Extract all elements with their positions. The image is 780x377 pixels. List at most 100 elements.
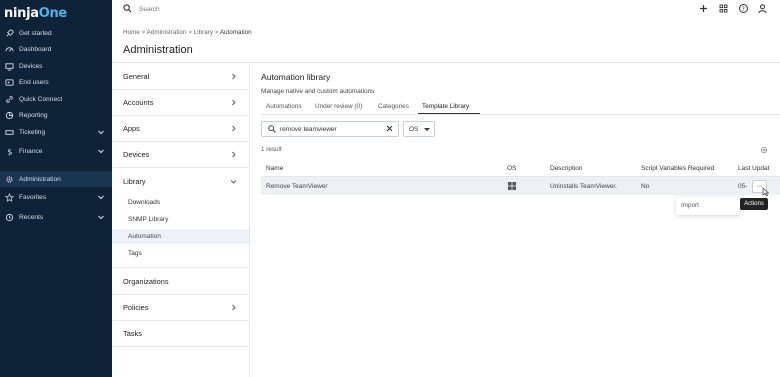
sidebar-item-administration[interactable]: Administration xyxy=(0,171,112,187)
column-header-script-variables[interactable]: Script Variables Required xyxy=(641,165,714,172)
sidebar-item-label: Favorites xyxy=(19,193,47,201)
sidebar-item-ticketing[interactable]: Ticketing xyxy=(0,124,112,140)
library-title: Automation library xyxy=(261,72,331,82)
dollar-icon: $ xyxy=(4,146,14,156)
divider xyxy=(112,115,249,116)
column-header-name[interactable]: Name xyxy=(266,165,283,172)
divider xyxy=(112,294,249,295)
admin-menu-accounts[interactable]: Accounts xyxy=(112,95,249,109)
tab-automations[interactable]: Automations xyxy=(266,103,302,110)
user-icon[interactable] xyxy=(757,3,768,14)
sidebar-item-recents[interactable]: Recents xyxy=(0,209,112,225)
chevron-right-icon xyxy=(232,151,236,157)
apps-grid-icon[interactable] xyxy=(718,3,729,14)
actions-dropdown: Import xyxy=(676,197,740,215)
result-count: 1 result xyxy=(261,146,282,153)
sidebar-item-label: End users xyxy=(19,78,49,86)
template-search-field xyxy=(261,121,399,137)
chevron-down-icon xyxy=(98,195,104,200)
sidebar-item-label: Dashboard xyxy=(19,45,52,53)
tab-under-review[interactable]: Under review (0) xyxy=(315,103,362,110)
gear-icon[interactable] xyxy=(760,146,768,154)
divider xyxy=(112,141,249,142)
chevron-right-icon xyxy=(232,99,236,105)
monitor-icon xyxy=(4,61,14,71)
breadcrumb-administration[interactable]: Administration xyxy=(147,29,187,36)
divider xyxy=(112,167,249,168)
library-sub-downloads[interactable]: Downloads xyxy=(112,195,249,210)
sidebar-item-devices[interactable]: Devices xyxy=(0,58,112,74)
caret-down-icon xyxy=(424,128,430,131)
import-menu-item[interactable]: Import xyxy=(681,202,699,209)
divider xyxy=(261,114,780,115)
sidebar-item-label: Quick Connect xyxy=(19,95,63,103)
breadcrumb-current: Automation xyxy=(219,29,252,36)
sidebar-item-dashboard[interactable]: Dashboard xyxy=(0,41,112,57)
page-title: Administration xyxy=(123,44,193,56)
column-header-last-updated[interactable]: Last Updat xyxy=(738,165,769,172)
help-icon[interactable]: ? xyxy=(738,3,749,14)
sidebar-item-quick-connect[interactable]: Quick Connect xyxy=(0,91,112,107)
sidebar-item-label: Administration xyxy=(19,175,61,183)
global-search-input[interactable] xyxy=(139,3,339,15)
ninjaone-logo[interactable]: ninjaOne xyxy=(4,6,67,21)
chevron-right-icon xyxy=(232,73,236,79)
sidebar-item-finance[interactable]: $ Finance xyxy=(0,143,112,159)
svg-text:$: $ xyxy=(7,147,12,156)
os-filter-label: OS xyxy=(409,125,419,133)
sidebar-item-label: Recents xyxy=(19,213,44,221)
svg-text:?: ? xyxy=(742,6,745,13)
divider xyxy=(112,267,249,268)
windows-icon xyxy=(508,182,516,190)
breadcrumb-library[interactable]: Library xyxy=(194,29,213,36)
clear-icon[interactable] xyxy=(386,125,393,132)
menu-label: Apps xyxy=(123,123,140,133)
library-subtitle: Manage native and custom automations xyxy=(261,88,375,95)
admin-menu-organizations[interactable]: Organizations xyxy=(112,274,249,288)
admin-menu-apps[interactable]: Apps xyxy=(112,121,249,135)
sidebar-item-favorites[interactable]: Favorites xyxy=(0,189,112,205)
breadcrumb-home[interactable]: Home xyxy=(123,29,140,36)
cell-description: Uninstalls TeamViewer. xyxy=(550,183,617,190)
sidebar-item-label: Finance xyxy=(19,147,43,155)
menu-label: General xyxy=(123,71,150,81)
sidebar-item-label: Reporting xyxy=(19,111,48,119)
history-icon xyxy=(4,212,14,222)
chart-icon xyxy=(4,110,14,120)
sidebar-item-reporting[interactable]: Reporting xyxy=(0,107,112,123)
admin-menu-policies[interactable]: Policies xyxy=(112,300,249,314)
tab-template-library[interactable]: Template Library xyxy=(422,103,469,110)
search-icon xyxy=(268,125,276,133)
add-icon[interactable] xyxy=(698,3,709,14)
admin-menu-tasks[interactable]: Tasks xyxy=(112,326,249,340)
column-header-description[interactable]: Description xyxy=(550,165,583,172)
template-search-input[interactable] xyxy=(280,123,380,135)
star-icon xyxy=(4,192,14,202)
menu-label: Organizations xyxy=(123,276,169,286)
breadcrumb: Home > Administration > Library > Automa… xyxy=(123,29,252,36)
sidebar-item-label: Ticketing xyxy=(19,128,46,136)
sidebar-item-label: Devices xyxy=(19,62,43,70)
chevron-down-icon xyxy=(230,179,237,184)
tab-categories[interactable]: Categories xyxy=(378,103,409,110)
admin-menu-devices[interactable]: Devices xyxy=(112,147,249,161)
library-sub-snmp-library[interactable]: SNMP Library xyxy=(112,212,249,227)
column-header-os[interactable]: OS xyxy=(507,165,516,172)
sidebar-item-end-users[interactable]: End users xyxy=(0,74,112,90)
menu-label: Devices xyxy=(123,149,150,159)
table-row[interactable] xyxy=(261,177,780,195)
cell-name: Remove TeamViewer xyxy=(266,183,328,190)
rocket-icon xyxy=(4,28,14,38)
actions-tooltip: Actions xyxy=(740,198,768,210)
users-icon xyxy=(4,77,14,87)
sidebar-item-get-started[interactable]: Get started xyxy=(0,25,112,41)
admin-menu-library[interactable]: Library xyxy=(112,174,249,188)
os-filter-select[interactable]: OS xyxy=(403,121,435,137)
admin-menu-general[interactable]: General xyxy=(112,69,249,83)
library-sub-automation[interactable]: Automation xyxy=(112,229,249,244)
link-icon xyxy=(4,94,14,104)
chevron-right-icon xyxy=(232,304,236,310)
sidebar-item-label: Get started xyxy=(19,29,52,37)
library-sub-tags[interactable]: Tags xyxy=(112,246,249,261)
ticket-icon xyxy=(4,127,14,137)
